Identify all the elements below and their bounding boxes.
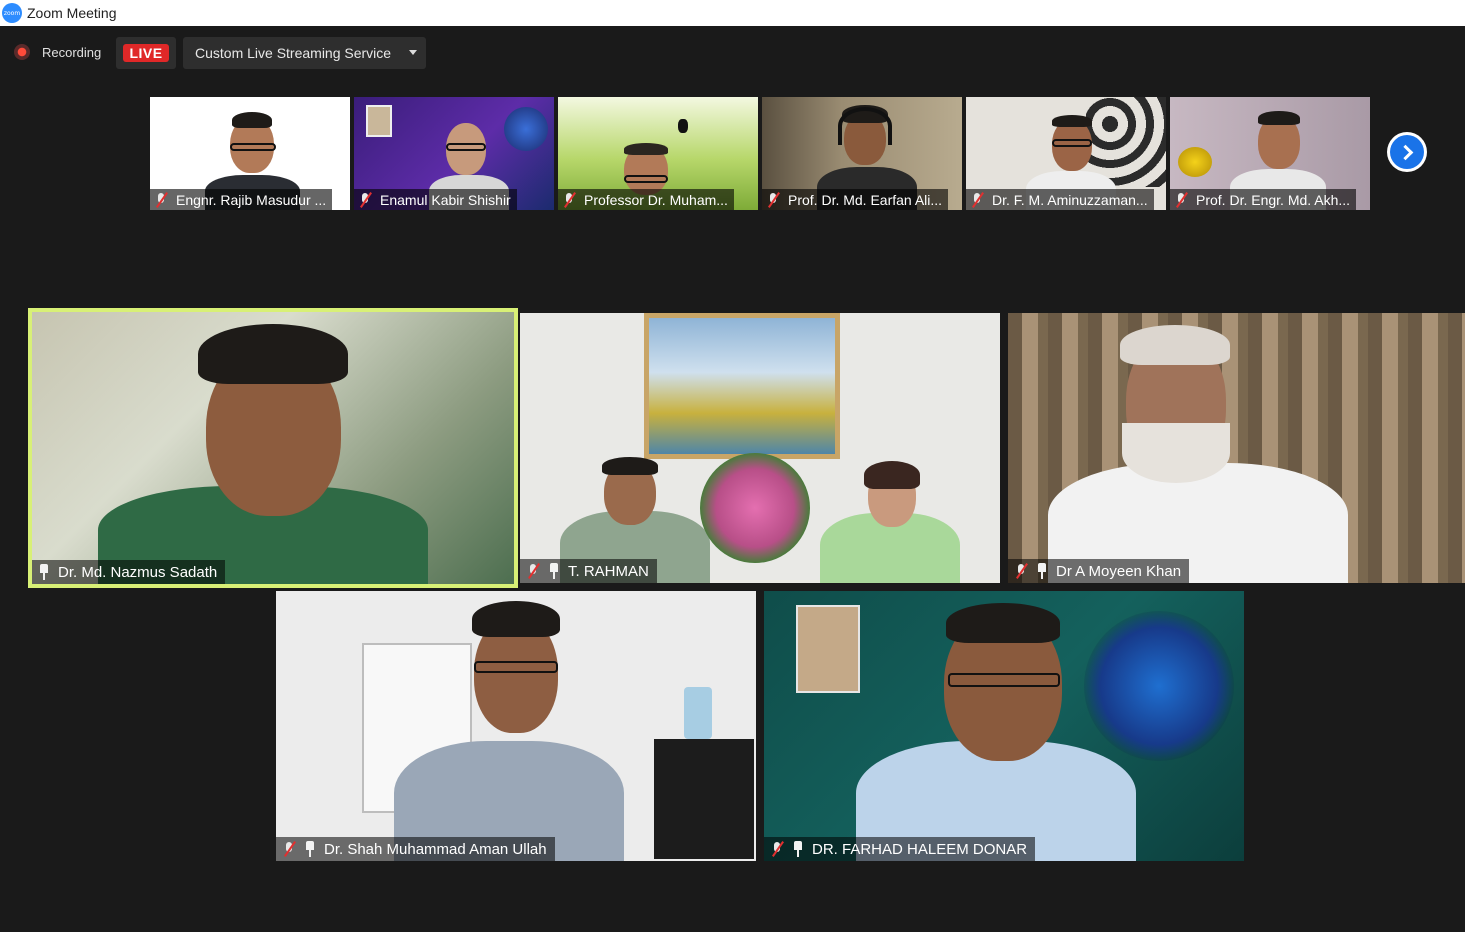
stream-service-label: Custom Live Streaming Service	[195, 45, 392, 61]
pin-icon	[38, 564, 50, 580]
mic-muted-icon	[1014, 563, 1028, 579]
participant-name: Prof. Dr. Md. Earfan Ali...	[788, 191, 943, 208]
mic-muted-icon	[282, 841, 296, 857]
pin-icon	[548, 563, 560, 579]
participant-name-label: Dr. Shah Muhammad Aman Ullah	[276, 837, 555, 861]
mic-muted-icon	[1174, 192, 1188, 208]
participant-name: Enamul Kabir Shishir	[380, 191, 511, 208]
participant-name-label: Prof. Dr. Md. Earfan Ali...	[762, 189, 949, 210]
video-tile[interactable]: T. RAHMAN	[520, 313, 1000, 583]
participant-name-label: Dr A Moyeen Khan	[1008, 559, 1190, 583]
thumbnail-tile[interactable]: Professor Dr. Muham...	[558, 97, 758, 210]
pin-icon	[1036, 563, 1048, 579]
participant-name: Dr. F. M. Aminuzzaman...	[992, 191, 1148, 208]
participant-name: Prof. Dr. Engr. Md. Akh...	[1196, 191, 1351, 208]
recording-indicator[interactable]: Recording	[14, 44, 101, 60]
participant-name: Dr. Md. Nazmus Sadath	[58, 563, 218, 581]
pin-icon	[792, 841, 804, 857]
thumbnail-tile[interactable]: Dr. F. M. Aminuzzaman...	[966, 97, 1166, 210]
participant-name-label: Dr. F. M. Aminuzzaman...	[966, 189, 1154, 210]
participant-name-label: Prof. Dr. Engr. Md. Akh...	[1170, 189, 1357, 210]
mic-muted-icon	[770, 841, 784, 857]
participant-name-label: Enamul Kabir Shishir	[354, 189, 517, 210]
record-icon	[14, 44, 30, 60]
mic-muted-icon	[154, 192, 168, 208]
live-badge[interactable]: LIVE	[116, 37, 176, 69]
mic-muted-icon	[526, 563, 540, 579]
participant-name: Engnr. Rajib Masudur ...	[176, 191, 327, 208]
zoom-logo-icon: zoom	[2, 3, 22, 23]
pin-icon	[304, 841, 316, 857]
next-page-button[interactable]	[1387, 132, 1427, 172]
video-tile[interactable]: DR. FARHAD HALEEM DONAR	[764, 591, 1244, 861]
mic-muted-icon	[970, 192, 984, 208]
live-label: LIVE	[123, 44, 169, 62]
title-bar: zoom Zoom Meeting	[0, 0, 1465, 26]
participant-name: Dr. Shah Muhammad Aman Ullah	[324, 840, 547, 858]
thumbnail-tile[interactable]: Prof. Dr. Md. Earfan Ali...	[762, 97, 962, 210]
chevron-right-icon	[1390, 135, 1424, 169]
participant-name: T. RAHMAN	[568, 562, 649, 580]
participant-name-label: DR. FARHAD HALEEM DONAR	[764, 837, 1036, 861]
caret-down-icon	[409, 50, 417, 55]
participant-name-label: Professor Dr. Muham...	[558, 189, 734, 210]
participant-name-label: T. RAHMAN	[520, 559, 657, 583]
video-tile[interactable]: Dr A Moyeen Khan	[1008, 313, 1465, 583]
participant-name-label: Dr. Md. Nazmus Sadath	[32, 560, 226, 584]
window-title: Zoom Meeting	[27, 5, 117, 21]
thumbnail-tile[interactable]: Prof. Dr. Engr. Md. Akh...	[1170, 97, 1370, 210]
participant-name: Dr A Moyeen Khan	[1056, 562, 1182, 580]
stream-service-dropdown[interactable]: Custom Live Streaming Service	[183, 37, 426, 69]
recording-label: Recording	[42, 44, 102, 60]
mic-muted-icon	[358, 192, 372, 208]
participant-name: DR. FARHAD HALEEM DONAR	[812, 840, 1028, 858]
thumbnail-tile[interactable]: Engnr. Rajib Masudur ...	[150, 97, 350, 210]
mic-muted-icon	[562, 192, 576, 208]
participant-name: Professor Dr. Muham...	[584, 191, 728, 208]
mic-muted-icon	[766, 192, 780, 208]
thumbnail-tile[interactable]: Enamul Kabir Shishir	[354, 97, 554, 210]
video-tile[interactable]: Dr. Shah Muhammad Aman Ullah	[276, 591, 756, 861]
video-tile-active-speaker[interactable]: Dr. Md. Nazmus Sadath	[28, 308, 518, 588]
participant-name-label: Engnr. Rajib Masudur ...	[150, 189, 333, 210]
